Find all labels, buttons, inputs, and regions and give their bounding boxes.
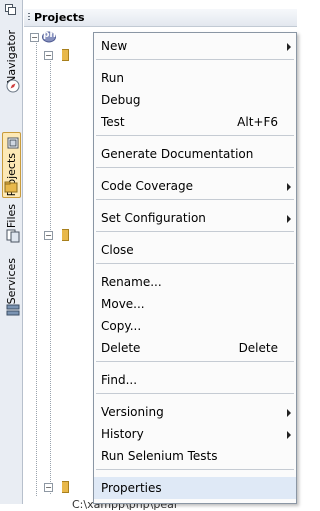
menu-item-run-selenium-tests[interactable]: Run Selenium Tests [94,445,296,467]
tree-guide-line [50,55,51,495]
menu-separator [96,393,294,394]
menu-item-properties[interactable]: Properties [94,477,296,499]
menu-item-find[interactable]: Find... [94,369,296,391]
tab-navigator-label: Navigator [5,30,18,84]
folder-icon [62,229,69,241]
menu-item-copy[interactable]: Copy... [94,315,296,337]
menu-separator [96,469,294,470]
menu-item-set-configuration[interactable]: Set Configuration [94,207,296,229]
tree-guide-line [36,41,37,497]
menu-separator [96,263,294,264]
shortcut-label: Alt+F6 [237,115,278,129]
services-icon [6,304,20,316]
shortcut-label: Delete [238,341,278,355]
context-menu: New Run Debug Test Alt+F6 Generate Docum… [93,32,297,504]
menu-separator [96,167,294,168]
folder-icon [62,481,69,493]
tab-files-label: Files [5,204,18,229]
menu-separator [96,59,294,60]
menu-separator [96,361,294,362]
menu-item-delete[interactable]: Delete Delete [94,337,296,359]
menu-separator [96,199,294,200]
drag-grip-icon[interactable] [28,13,30,22]
menu-item-versioning[interactable]: Versioning [94,401,296,423]
navigator-compass-icon [6,79,20,93]
collapse-icon[interactable]: − [44,483,53,492]
menu-item-run[interactable]: Run [94,67,296,89]
menu-item-code-coverage[interactable]: Code Coverage [94,175,296,197]
menu-item-test[interactable]: Test Alt+F6 [94,111,296,133]
menu-item-rename[interactable]: Rename... [94,271,296,293]
submenu-arrow-icon [287,431,291,439]
collapse-icon[interactable]: − [44,51,53,60]
menu-item-generate-documentation[interactable]: Generate Documentation [94,143,296,165]
projects-pane-header[interactable]: Projects [24,9,297,29]
menu-item-debug[interactable]: Debug [94,89,296,111]
tab-services[interactable]: Services [2,254,21,322]
restore-window-group-icon[interactable] [5,4,16,15]
menu-item-history[interactable]: History [94,423,296,445]
tree-root-label[interactable]: php [43,30,62,40]
submenu-arrow-icon [287,183,291,191]
submenu-arrow-icon [287,215,291,223]
menu-item-move[interactable]: Move... [94,293,296,315]
submenu-arrow-icon [287,43,291,51]
projects-icon-small [7,137,19,149]
menu-separator [96,231,294,232]
collapse-icon[interactable]: − [44,231,53,240]
submenu-arrow-icon [287,409,291,417]
menu-item-new[interactable]: New [94,35,296,57]
side-toolbar: Navigator Projects Files Services [0,0,23,504]
menu-separator [96,135,294,136]
files-icon [6,229,20,243]
tab-navigator[interactable]: Navigator [2,26,21,98]
menu-item-close[interactable]: Close [94,239,296,261]
folder-icon [62,49,69,61]
tab-files[interactable]: Files [2,200,21,250]
projects-icon [4,181,18,193]
tab-services-label: Services [5,258,18,305]
collapse-icon[interactable]: − [30,33,39,42]
pane-title: Projects [34,11,85,24]
